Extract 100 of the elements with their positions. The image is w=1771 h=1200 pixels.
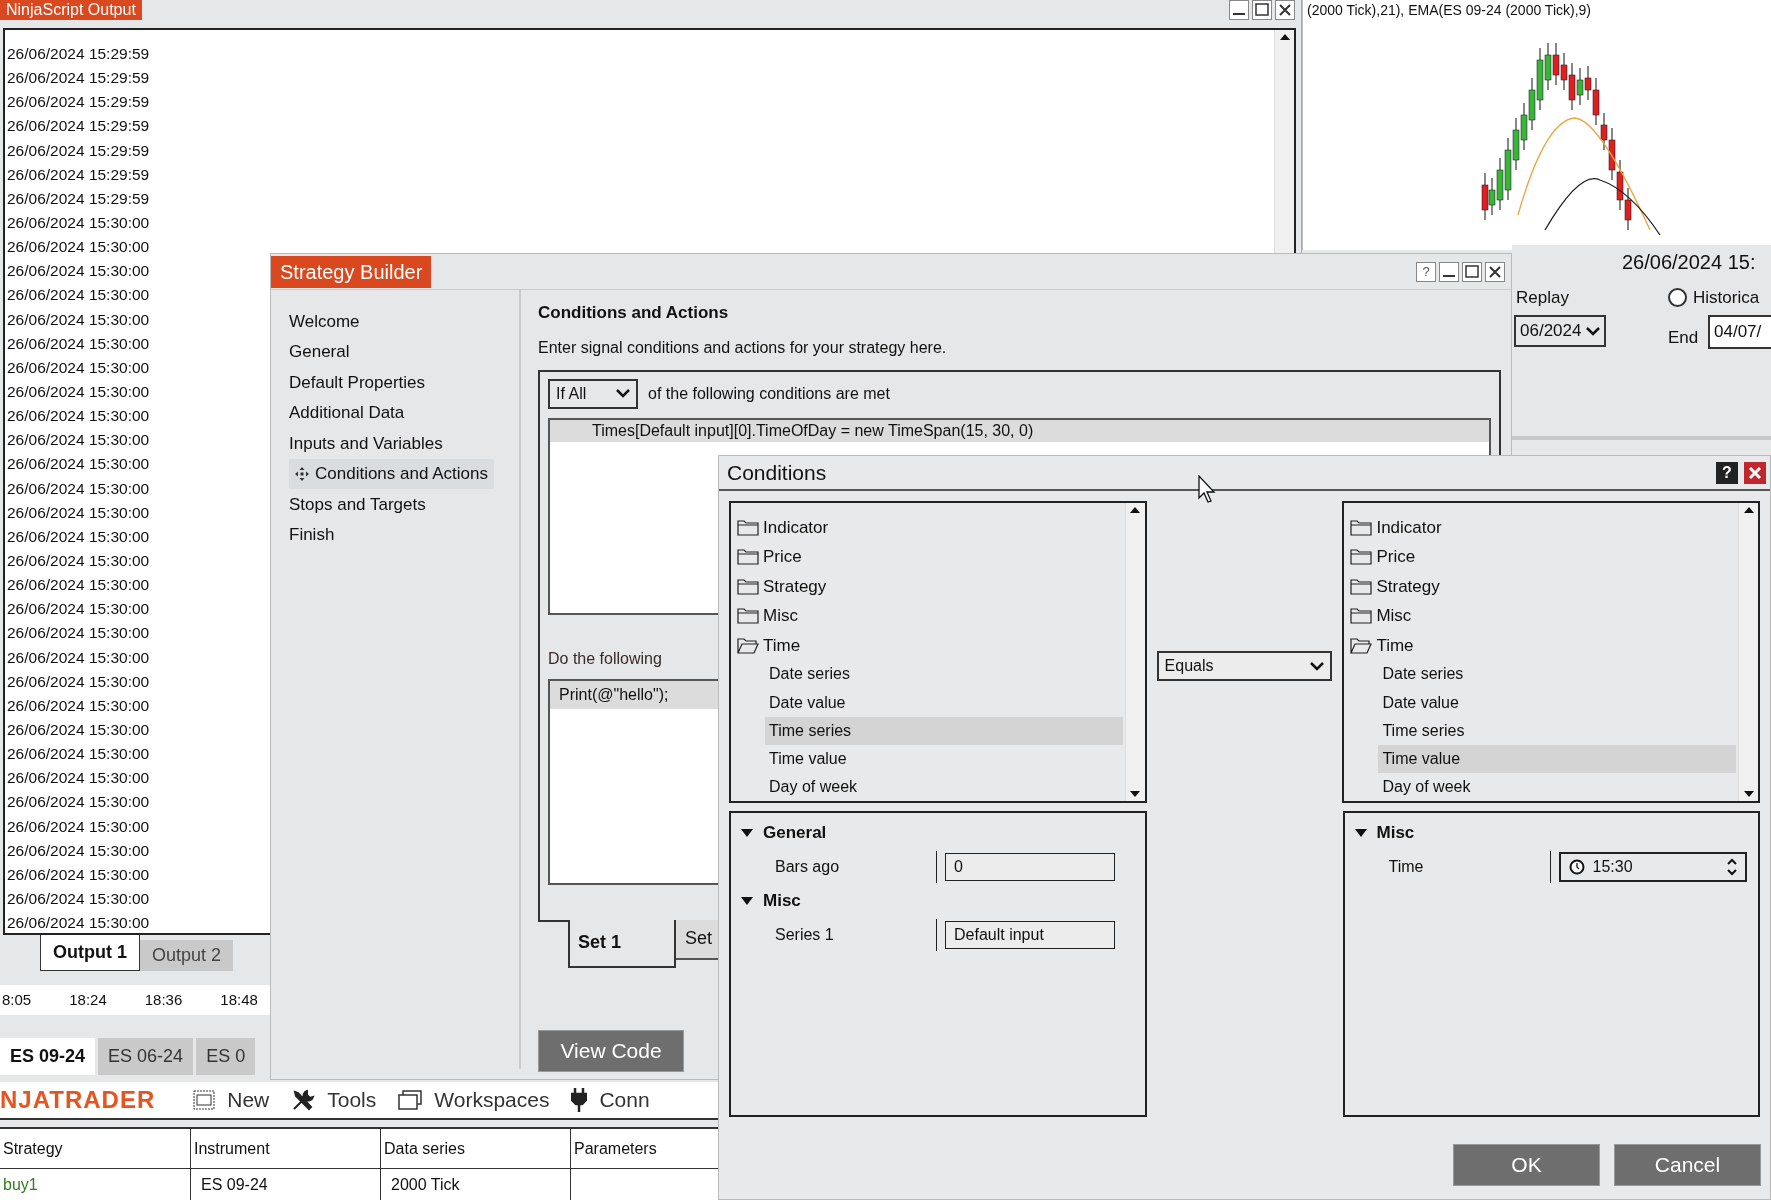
help-button[interactable]: ? (1416, 261, 1436, 282)
logo: NJATRADER (0, 1085, 156, 1115)
windows-icon (398, 1090, 423, 1110)
match-mode-dropdown[interactable]: If All (548, 378, 638, 409)
folder-icon (737, 577, 759, 596)
nav-item[interactable]: Conditions and Actions (289, 458, 494, 489)
chevron-down-icon (616, 389, 630, 398)
time-field[interactable]: 15:30 (1558, 852, 1747, 882)
tree-item[interactable]: Date value (1378, 688, 1736, 717)
tree-folder[interactable]: Strategy (737, 571, 1125, 602)
actions-label: Do the following (548, 648, 662, 669)
output-line: 26/06/2024 15:30:00 (7, 792, 150, 813)
table-cell: 2000 Tick (380, 1169, 570, 1200)
folder-icon (737, 607, 759, 626)
maximize-icon[interactable] (1462, 261, 1482, 282)
tools-icon (291, 1088, 316, 1112)
tree-item[interactable]: Day of week (765, 772, 1123, 801)
category-label: Misc (763, 890, 801, 913)
tree-item[interactable]: Date series (1378, 660, 1736, 689)
output-line: 26/06/2024 15:30:00 (7, 575, 150, 596)
output-line: 26/06/2024 15:30:00 (7, 502, 150, 523)
tree-item[interactable]: Time value (765, 744, 1123, 773)
column-header[interactable]: Data series (380, 1129, 570, 1168)
instrument-tab[interactable]: ES 09-24 (0, 1038, 96, 1075)
nav-item[interactable]: General (289, 336, 356, 367)
menu-item[interactable]: Conn (571, 1084, 650, 1116)
view-code-button[interactable]: View Code (538, 1029, 684, 1072)
minimize-icon[interactable] (1439, 261, 1459, 282)
scroll-up-icon[interactable] (1279, 34, 1290, 40)
tree-folder[interactable]: Misc (1350, 601, 1738, 631)
instrument-tab[interactable]: ES 06-24 (98, 1038, 194, 1075)
historical-radio[interactable]: Historica (1668, 285, 1760, 311)
scroll-down-icon[interactable] (1130, 791, 1141, 797)
end-date-field[interactable]: 04/07/ (1708, 315, 1771, 349)
set-tab[interactable]: Set 1 (568, 919, 676, 968)
tree-folder[interactable]: Misc (737, 601, 1125, 631)
minimize-icon[interactable] (1229, 0, 1249, 20)
tree-item[interactable]: Day of week (1378, 772, 1736, 801)
scroll-up-icon[interactable] (1743, 507, 1754, 513)
tree-folder[interactable]: Indicator (737, 513, 1125, 543)
close-icon[interactable] (1744, 461, 1766, 484)
end-label: End (1668, 327, 1699, 349)
tree-folder[interactable]: Time (1350, 630, 1738, 661)
plug-icon (571, 1088, 588, 1112)
nav-item[interactable]: Stops and Targets (289, 489, 432, 520)
operator-dropdown[interactable]: Equals (1156, 651, 1333, 681)
tree-folder[interactable]: Time (737, 630, 1125, 661)
instrument-tab[interactable]: ES 0 (196, 1038, 256, 1075)
column-header[interactable]: Strategy (0, 1129, 190, 1168)
output-line: 26/06/2024 15:30:00 (7, 816, 150, 837)
nav-item[interactable]: Default Properties (289, 367, 432, 398)
output-tab[interactable]: Output 2 (140, 940, 234, 971)
menu-item[interactable]: Tools (291, 1084, 377, 1116)
dialog-button[interactable]: OK (1453, 1144, 1600, 1186)
collapse-triangle-icon[interactable] (1354, 829, 1367, 837)
output-line: 26/06/2024 15:29:59 (7, 68, 150, 89)
tree-item[interactable]: Time value (1378, 744, 1736, 773)
folder-icon (1350, 607, 1373, 626)
help-button[interactable]: ? (1716, 461, 1738, 484)
output-line: 26/06/2024 15:30:00 (7, 888, 150, 909)
condition-row[interactable]: Times[Default input][0].TimeOfDay = new TimeSpan(15, 30, 0) (550, 419, 1489, 442)
tree-folder[interactable]: Price (737, 542, 1125, 572)
output-line: 26/06/2024 15:30:00 (7, 744, 150, 765)
scrollbar[interactable] (1124, 503, 1145, 801)
tree-item[interactable]: Date series (765, 660, 1123, 689)
collapse-triangle-icon[interactable] (741, 897, 753, 905)
collapse-triangle-icon[interactable] (741, 829, 753, 837)
time-axis-label: 8:05 (2, 989, 32, 1010)
close-icon[interactable] (1275, 0, 1295, 20)
tree-item[interactable]: Date value (765, 688, 1123, 717)
folder-open-icon (1350, 636, 1373, 655)
close-icon[interactable] (1485, 261, 1505, 282)
scroll-up-icon[interactable] (1130, 507, 1141, 513)
menu-item[interactable]: Workspaces (398, 1084, 550, 1116)
tree-folder[interactable]: Indicator (1350, 513, 1738, 543)
spinner-icon[interactable] (1726, 857, 1737, 877)
tree-item[interactable]: Time series (1378, 716, 1736, 745)
output-line: 26/06/2024 15:30:00 (7, 647, 150, 668)
scroll-down-icon[interactable] (1743, 791, 1754, 797)
maximize-icon[interactable] (1252, 0, 1272, 20)
nav-item[interactable]: Additional Data (289, 397, 411, 428)
nav-item[interactable]: Welcome (289, 306, 366, 337)
menu-item[interactable]: New (193, 1084, 270, 1116)
property-field[interactable]: Default input (945, 921, 1115, 949)
tree-folder[interactable]: Strategy (1350, 571, 1738, 602)
output-line: 26/06/2024 15:30:00 (7, 357, 150, 378)
dialog-button[interactable]: Cancel (1614, 1144, 1761, 1186)
tree-item[interactable]: Time series (765, 716, 1123, 745)
nav-item[interactable]: Inputs and Variables (289, 428, 449, 459)
nav-item[interactable]: Finish (289, 519, 341, 550)
output-tab[interactable]: Output 1 (40, 935, 140, 971)
output-line: 26/06/2024 15:30:00 (7, 237, 150, 258)
output-line: 26/06/2024 15:30:00 (7, 719, 150, 740)
tree-folder[interactable]: Price (1350, 542, 1738, 572)
output-line: 26/06/2024 15:30:00 (7, 913, 150, 934)
property-field[interactable]: 0 (945, 853, 1115, 881)
start-date-dropdown[interactable]: 06/2024 (1514, 315, 1606, 347)
output-line: 26/06/2024 15:30:00 (7, 430, 150, 451)
scrollbar[interactable] (1738, 503, 1758, 801)
column-header[interactable]: Instrument (190, 1129, 380, 1168)
